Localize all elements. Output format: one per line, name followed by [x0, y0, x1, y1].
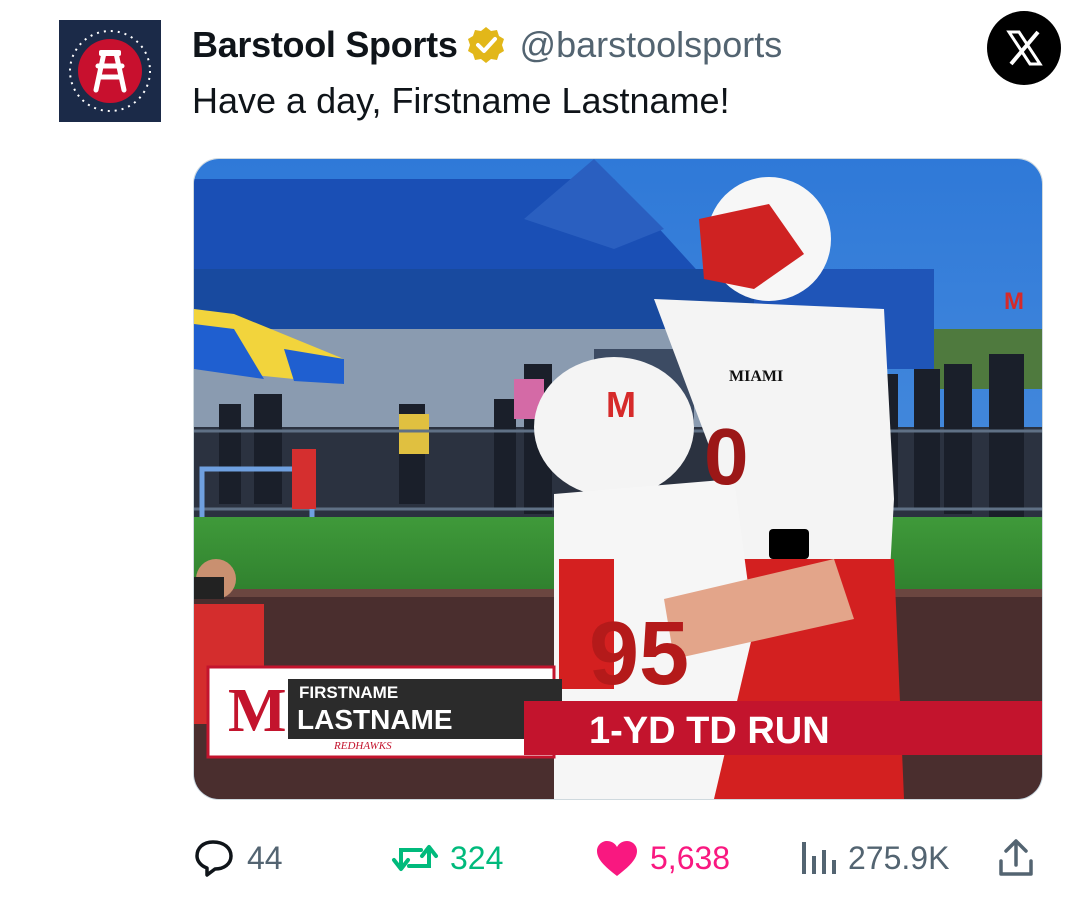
like-count: 5,638: [650, 839, 731, 876]
repost-count: 324: [450, 839, 504, 876]
overlay-play-text: 1-YD TD RUN: [589, 710, 830, 752]
heart-icon: [597, 841, 637, 876]
repost-icon: [392, 845, 438, 871]
tweet-header: Barstool Sports @barstoolsports: [192, 22, 782, 68]
analytics-bars-icon: [802, 842, 836, 874]
jersey-school-text: MIAMI: [729, 368, 783, 385]
verified-badge-icon[interactable]: [466, 25, 506, 65]
tweet-action-bar: 44 324 5,638 275.9K: [0, 830, 1080, 886]
views-count: 275.9K: [848, 839, 950, 876]
views-button[interactable]: 275.9K: [798, 830, 949, 886]
team-logo-letter: M: [228, 677, 287, 745]
jersey-number-ninety-five: 95: [589, 604, 689, 704]
share-icon: [999, 839, 1033, 876]
author-avatar[interactable]: [59, 20, 161, 122]
x-logo-icon[interactable]: [987, 11, 1061, 85]
helmet-logo-zero: M: [1004, 288, 1024, 315]
tweet-text: Have a day, Firstname Lastname!: [192, 80, 730, 121]
overlay-last-name: LASTNAME: [297, 704, 453, 735]
overlay-team-wordmark: REDHAWKS: [333, 740, 392, 752]
jersey-number-zero: 0: [704, 412, 749, 501]
tweet-media-image[interactable]: M M MIAMI 0 95 M FIRSTNAME LASTNAME REDH…: [193, 158, 1043, 800]
barstool-logo-icon: [59, 20, 161, 122]
author-name[interactable]: Barstool Sports: [192, 24, 458, 66]
repost-button[interactable]: 324: [390, 830, 503, 886]
author-handle[interactable]: @barstoolsports: [520, 24, 783, 66]
reply-icon: [195, 840, 233, 877]
reply-button[interactable]: 44: [193, 830, 283, 886]
like-button[interactable]: 5,638: [594, 830, 730, 886]
overlay-first-name: FIRSTNAME: [299, 683, 398, 702]
helmet-logo-ninety-five: M: [606, 384, 636, 425]
reply-count: 44: [247, 839, 283, 876]
share-button[interactable]: [996, 830, 1046, 886]
